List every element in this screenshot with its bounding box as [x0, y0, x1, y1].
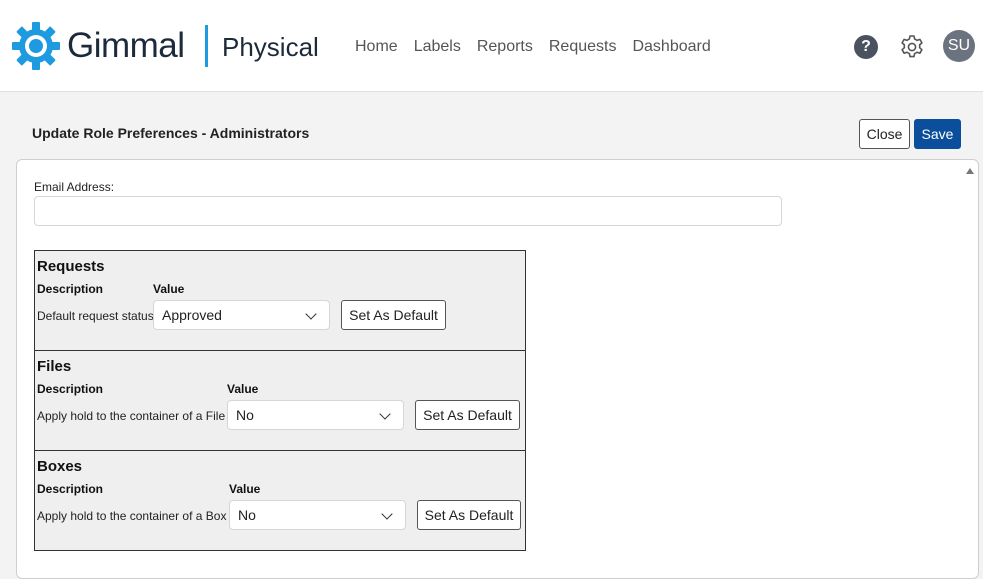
nav-dashboard[interactable]: Dashboard — [632, 37, 710, 57]
gear-icon[interactable] — [898, 33, 926, 61]
row-description: Apply hold to the container of a Box — [37, 509, 227, 523]
preferences-table: Requests Description Value Default reque… — [34, 250, 526, 551]
section-title: Boxes — [37, 458, 83, 475]
section-requests: Requests Description Value Default reque… — [35, 251, 525, 351]
file-hold-select[interactable]: No — [227, 400, 404, 430]
close-button[interactable]: Close — [859, 119, 910, 149]
email-field[interactable] — [34, 196, 782, 226]
product-name: Physical — [222, 32, 319, 62]
row-description: Default request status — [37, 309, 154, 323]
request-status-select[interactable]: Approved — [153, 300, 330, 330]
section-files: Files Description Value Apply hold to th… — [35, 351, 525, 451]
column-header-description: Description — [37, 382, 104, 396]
chevron-down-icon — [379, 408, 391, 420]
nav-home[interactable]: Home — [355, 37, 398, 57]
chevron-down-icon — [381, 508, 393, 520]
select-value: Approved — [162, 307, 222, 323]
section-boxes: Boxes Description Value Apply hold to th… — [35, 451, 525, 551]
column-header-value: Value — [227, 382, 259, 396]
column-header-description: Description — [37, 482, 104, 496]
row-description: Apply hold to the container of a File — [37, 409, 226, 423]
section-title: Requests — [37, 258, 105, 275]
scroll-up-icon[interactable] — [966, 168, 974, 174]
select-value: No — [236, 407, 254, 423]
main-nav: Home Labels Reports Requests Dashboard — [355, 37, 711, 57]
nav-reports[interactable]: Reports — [477, 37, 533, 57]
set-as-default-button[interactable]: Set As Default — [341, 300, 446, 330]
top-navbar: Gimmal Physical Home Labels Reports Requ… — [0, 0, 983, 92]
box-hold-select[interactable]: No — [229, 500, 406, 530]
select-value: No — [238, 507, 256, 523]
set-as-default-button[interactable]: Set As Default — [417, 500, 521, 530]
user-avatar[interactable]: SU — [943, 30, 975, 62]
column-header-description: Description — [37, 282, 104, 296]
column-header-value: Value — [229, 482, 261, 496]
chevron-down-icon — [305, 308, 317, 320]
page-title: Update Role Preferences - Administrators — [32, 125, 310, 141]
nav-labels[interactable]: Labels — [414, 37, 461, 57]
section-title: Files — [37, 358, 72, 375]
scrollbar[interactable] — [963, 164, 977, 561]
email-label: Email Address: — [34, 180, 115, 194]
brand-divider — [205, 25, 208, 67]
help-icon[interactable]: ? — [854, 35, 878, 59]
column-header-value: Value — [153, 282, 185, 296]
brand-name: Gimmal — [67, 26, 185, 65]
gear-logo-icon[interactable] — [11, 21, 61, 71]
save-button[interactable]: Save — [914, 119, 961, 149]
nav-requests[interactable]: Requests — [549, 37, 617, 57]
set-as-default-button[interactable]: Set As Default — [415, 400, 520, 430]
